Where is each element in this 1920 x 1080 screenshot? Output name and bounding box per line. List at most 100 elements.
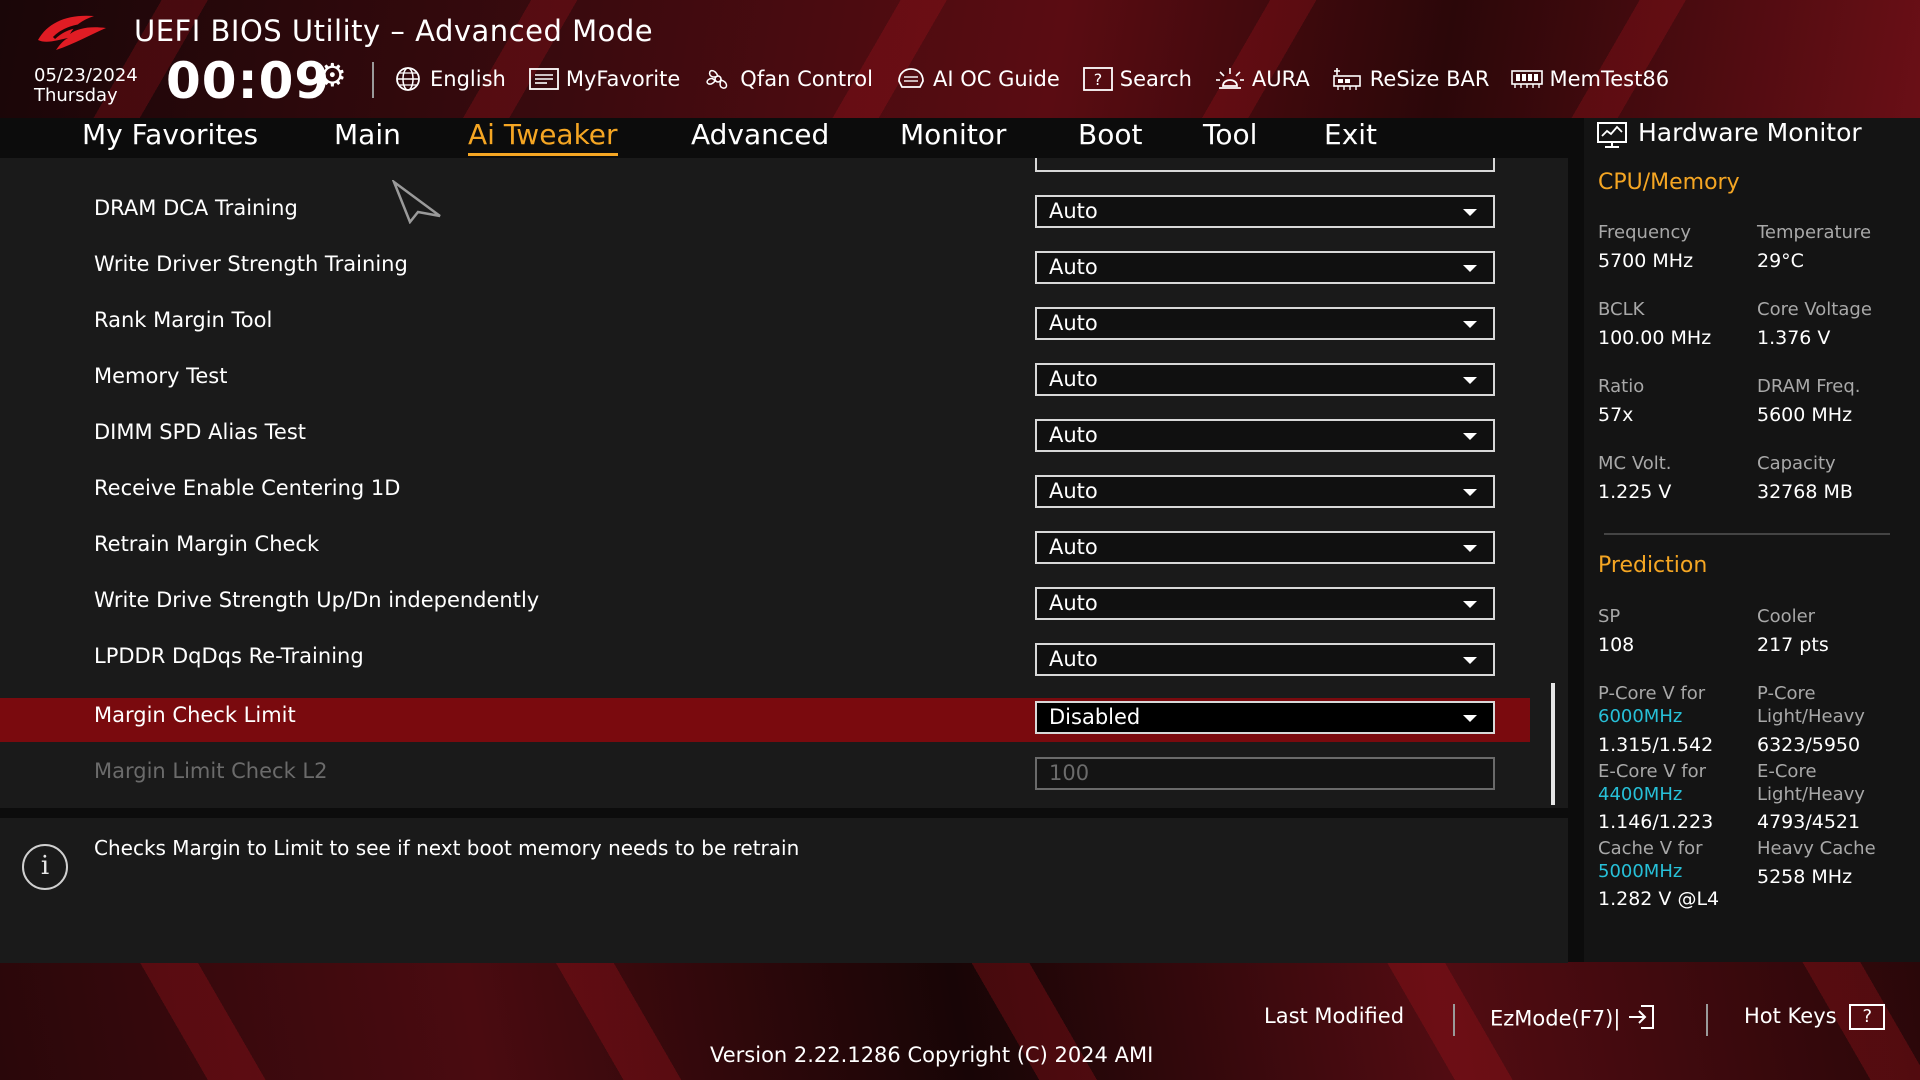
core-voltage-label: Core Voltage (1757, 299, 1872, 320)
ai-oc-guide-button[interactable]: AI OC Guide (895, 66, 1060, 92)
input-value: 100 (1049, 761, 1090, 785)
ezmode-button[interactable]: EzMode(F7)| (1490, 1004, 1657, 1035)
search-button[interactable]: ? Search (1082, 66, 1192, 92)
dropdown-arrow-icon (1463, 715, 1477, 722)
setting-label-margin-limit-check-l2: Margin Limit Check L2 (94, 759, 328, 783)
footer-divider (1706, 1004, 1708, 1036)
dram-freq-label: DRAM Freq. (1757, 376, 1861, 397)
dropdown-arrow-icon (1463, 265, 1477, 272)
last-modified-button[interactable]: Last Modified (1264, 1004, 1404, 1028)
dropdown-arrow-icon (1463, 321, 1477, 328)
resize-bar-label: ReSize BAR (1369, 67, 1490, 91)
tab-my-favorites[interactable]: My Favorites (82, 118, 258, 151)
write-driver-strength-training-dropdown[interactable]: Auto (1035, 251, 1495, 284)
bclk-label: BCLK (1598, 299, 1645, 320)
ecore-v-label: E-Core V for (1598, 761, 1707, 782)
language-label: English (430, 67, 506, 91)
pcore-lh-label: P-Core (1757, 683, 1816, 704)
margin-check-limit-dropdown[interactable]: Disabled (1035, 701, 1495, 734)
ezmode-label: EzMode(F7)| (1490, 1006, 1621, 1031)
cache-v-label: Cache V for (1598, 838, 1703, 859)
clock-display: 00:09 (166, 52, 331, 110)
aura-light-icon (1214, 66, 1246, 92)
core-voltage-value: 1.376 V (1757, 327, 1831, 349)
aura-label: AURA (1251, 67, 1310, 91)
language-button[interactable]: English (392, 66, 506, 92)
retrain-margin-check-dropdown[interactable]: Auto (1035, 531, 1495, 564)
resize-bar-button[interactable]: ReSize BAR (1332, 66, 1490, 92)
tab-monitor[interactable]: Monitor (900, 118, 1006, 151)
header-divider (372, 62, 374, 98)
ecore-lh-label: E-Core (1757, 761, 1817, 782)
day-display: Thursday (34, 85, 118, 106)
setting-label-receive-enable-centering-1d: Receive Enable Centering 1D (94, 476, 401, 500)
mc-volt-value: 1.225 V (1598, 481, 1672, 503)
dropdown-value: Auto (1049, 479, 1098, 503)
tab-boot[interactable]: Boot (1078, 118, 1142, 151)
cooler-label: Cooler (1757, 606, 1816, 627)
rank-margin-tool-dropdown[interactable]: Auto (1035, 307, 1495, 340)
write-drive-strength-updn-dropdown[interactable]: Auto (1035, 587, 1495, 620)
page-title: UEFI BIOS Utility – Advanced Mode (134, 14, 654, 48)
temperature-value: 29°C (1757, 250, 1804, 272)
margin-limit-check-l2-input: 100 (1035, 757, 1495, 790)
tab-ai-tweaker[interactable]: Ai Tweaker (468, 118, 618, 156)
help-question-icon: ? (1849, 1004, 1886, 1030)
exit-arrow-icon (1627, 1004, 1657, 1035)
tab-main[interactable]: Main (334, 118, 401, 151)
capacity-value: 32768 MB (1757, 481, 1853, 503)
description-text: Checks Margin to Limit to see if next bo… (94, 836, 800, 860)
aura-button[interactable]: AURA (1214, 66, 1310, 92)
dropdown-value: Auto (1049, 423, 1098, 447)
memtest86-label: MemTest86 (1549, 67, 1670, 91)
ecore-v-freq: 4400MHz (1598, 784, 1683, 805)
setting-label-lpddr-dqdqs-retraining: LPDDR DqDqs Re-Training (94, 644, 364, 668)
cache-v-freq: 5000MHz (1598, 861, 1683, 882)
capacity-label: Capacity (1757, 453, 1836, 474)
qfan-control-button[interactable]: Qfan Control (702, 66, 873, 92)
pcore-lh-value: 6323/5950 (1757, 734, 1861, 756)
cpu-memory-heading: CPU/Memory (1598, 170, 1740, 195)
dropdown-arrow-icon (1463, 657, 1477, 664)
memtest86-button[interactable]: MemTest86 (1511, 66, 1669, 92)
setting-label-memory-test: Memory Test (94, 364, 228, 388)
dram-dca-training-dropdown[interactable]: Auto (1035, 195, 1495, 228)
tab-exit[interactable]: Exit (1324, 118, 1377, 151)
footer-divider (1453, 1004, 1455, 1036)
gear-icon[interactable]: ⚙ (318, 59, 352, 91)
main-tabs: My Favorites Main Ai Tweaker Advanced Mo… (0, 118, 1568, 158)
myfavorite-button[interactable]: MyFavorite (528, 66, 680, 92)
dropdown-arrow-icon (1463, 377, 1477, 384)
setting-label-write-drive-strength-updn: Write Drive Strength Up/Dn independently (94, 588, 540, 612)
pcore-v-label: P-Core V for (1598, 683, 1706, 704)
myfavorite-label: MyFavorite (565, 67, 681, 91)
temperature-label: Temperature (1757, 222, 1872, 243)
memory-icon (1511, 66, 1544, 92)
setting-label-margin-check-limit: Margin Check Limit (94, 703, 296, 727)
ai-chip-icon (895, 66, 927, 92)
fan-icon (702, 66, 734, 92)
dimm-spd-alias-test-dropdown[interactable]: Auto (1035, 419, 1495, 452)
ecore-lh-value: 4793/4521 (1757, 811, 1861, 833)
monitor-icon (1597, 122, 1627, 148)
receive-enable-centering-1d-dropdown[interactable]: Auto (1035, 475, 1495, 508)
dropdown-value: Auto (1049, 367, 1098, 391)
pcore-lh-sublabel: Light/Heavy (1757, 706, 1865, 727)
dropdown-arrow-icon (1463, 209, 1477, 216)
search-label: Search (1119, 67, 1192, 91)
memory-test-dropdown[interactable]: Auto (1035, 363, 1495, 396)
tab-tool[interactable]: Tool (1203, 118, 1257, 151)
mc-volt-label: MC Volt. (1598, 453, 1672, 474)
dropdown-value: Disabled (1049, 705, 1141, 729)
tab-advanced[interactable]: Advanced (691, 118, 829, 151)
cache-v-value: 1.282 V @L4 (1598, 888, 1720, 910)
lpddr-dqdqs-retraining-dropdown[interactable]: Auto (1035, 643, 1495, 676)
pcore-v-freq: 6000MHz (1598, 706, 1683, 727)
scrollbar-thumb[interactable] (1551, 683, 1555, 805)
info-icon: i (22, 844, 68, 890)
dropdown-value: Auto (1049, 199, 1098, 223)
hot-keys-button[interactable]: Hot Keys ? (1744, 1004, 1886, 1030)
bclk-value: 100.00 MHz (1598, 327, 1712, 349)
setting-label-rank-margin-tool: Rank Margin Tool (94, 308, 273, 332)
pcore-v-value: 1.315/1.542 (1598, 734, 1714, 756)
